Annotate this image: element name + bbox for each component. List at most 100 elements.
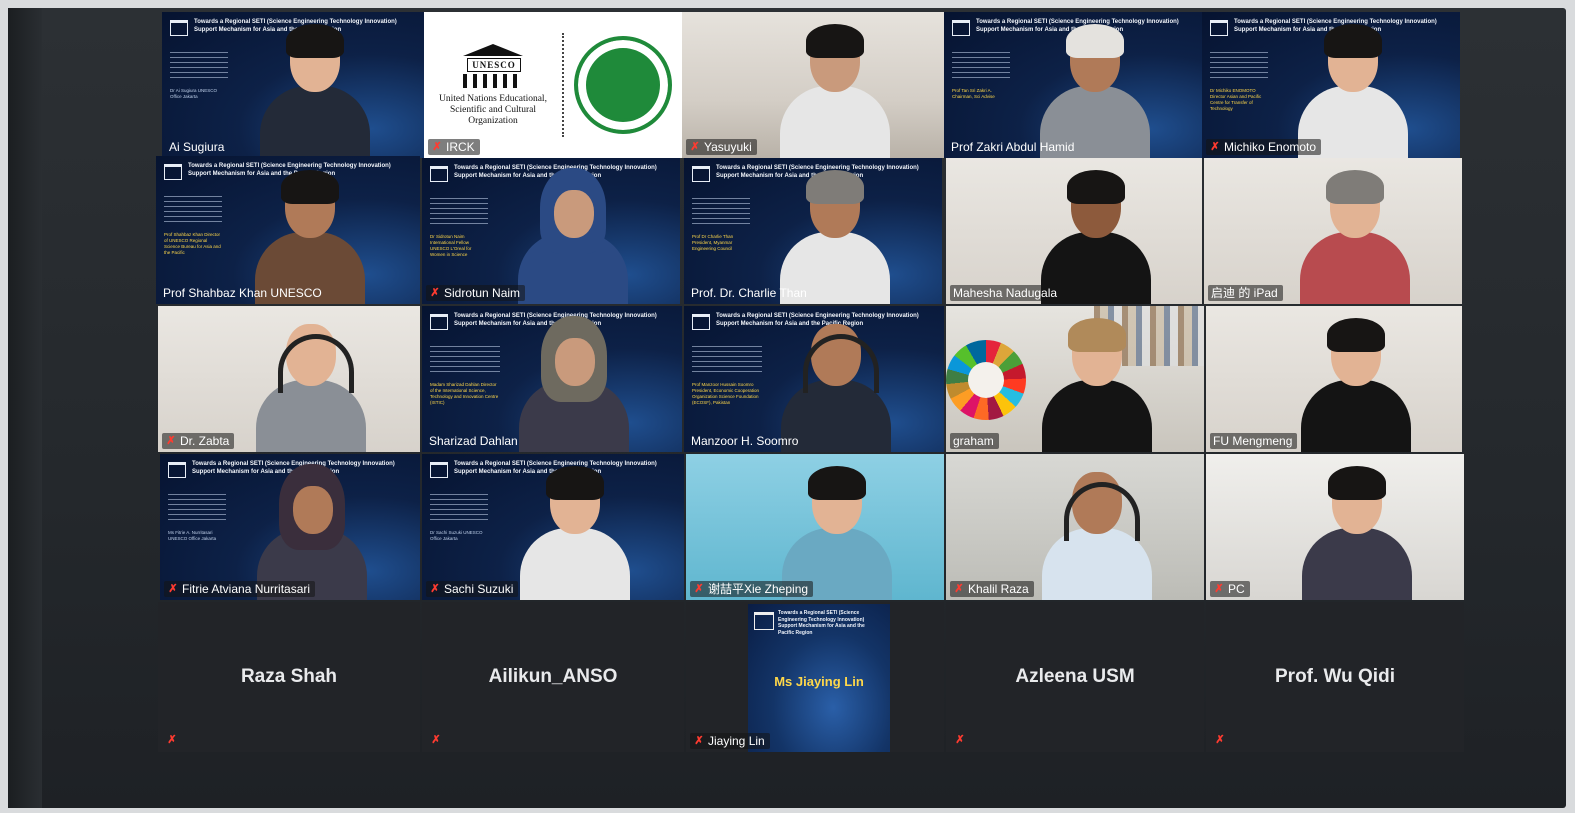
speaker-caption: Dr Ai Sugiura UNESCO Office Jakarta	[170, 88, 218, 99]
video-tile-azleena-usm[interactable]: Azleena USM ✗	[946, 602, 1204, 752]
unesco-logo-icon	[168, 462, 186, 478]
unesco-logo-icon	[754, 612, 774, 630]
muted-mic-icon: ✗	[168, 583, 178, 595]
participant-video	[1300, 170, 1410, 304]
video-tile-pc[interactable]: ✗ PC	[1206, 454, 1464, 600]
video-tile-xie-zheping[interactable]: ✗ 谢喆平Xie Zheping	[686, 454, 944, 600]
muted-mic-icon: ✗	[432, 141, 442, 153]
participant-video	[520, 466, 630, 600]
speaker-caption: Dr Sachi Suzuki UNESCO Office Jakarta	[430, 530, 483, 541]
participant-video	[518, 168, 628, 304]
video-tile-irck[interactable]: UNESCO United Nations Educational, Scien…	[424, 12, 682, 158]
video-tile-wu-qidi[interactable]: Prof. Wu Qidi ✗	[1206, 602, 1464, 752]
unesco-logo-icon	[430, 166, 448, 182]
muted-mic-icon: ✗	[955, 734, 965, 746]
participant-video	[1042, 318, 1152, 452]
video-tile-jiaying-lin[interactable]: Towards a Regional SETI (Science Enginee…	[686, 602, 944, 752]
participant-video	[1042, 472, 1152, 600]
unesco-logo-icon	[430, 314, 448, 330]
participant-name-label: ✗ PC	[1210, 581, 1250, 597]
unesco-logo-icon	[1210, 20, 1228, 36]
video-tile-manzoor-soomro[interactable]: Towards a Regional SETI (Science Enginee…	[684, 306, 944, 452]
muted-mic-icon: ✗	[1215, 734, 1225, 746]
speaker-caption: Dr Sidrotun Naim International Fellow UN…	[430, 234, 472, 257]
participant-name-label: ✗ Fitrie Atviana Nurritasari	[164, 581, 316, 597]
video-tile-dr-zabta[interactable]: ✗ Dr. Zabta	[158, 306, 420, 452]
speaker-caption: Prof Shahbaz Khan Director of UNESCO Reg…	[164, 232, 221, 255]
monitor-bezel	[8, 8, 42, 808]
video-tile-charlie-than[interactable]: Towards a Regional SETI (Science Enginee…	[684, 158, 942, 304]
participant-video	[780, 24, 890, 158]
muted-mic-icon: ✗	[166, 435, 176, 447]
participant-name-label: ✗ Michiko Enomoto	[1206, 139, 1322, 155]
video-tile-qidi-ipad[interactable]: 启迪 的 iPad	[1204, 158, 1462, 304]
speaker-caption: Dr Michiko ENOMOTO Director Asian and Pa…	[1210, 88, 1262, 111]
participant-display-name: Raza Shah	[240, 666, 338, 687]
participant-name-label: Ai Sugiura	[169, 140, 225, 154]
participant-name-label: 启迪 的 iPad	[1208, 285, 1283, 301]
unesco-logo-icon	[164, 164, 182, 180]
video-tile-yasuyuki[interactable]: ✗ Yasuyuki	[682, 12, 944, 158]
video-tile-raza-shah[interactable]: Raza Shah ✗	[158, 602, 420, 752]
unesco-logo-icon	[430, 462, 448, 478]
unesco-logo-icon	[692, 314, 710, 330]
muted-mic-icon: ✗	[431, 734, 441, 746]
participant-name-label: Sharizad Dahlan	[429, 434, 518, 448]
muted-mic-icon: ✗	[690, 141, 700, 153]
speaker-caption: Prof Dr Charlie Than President, Myanmar …	[692, 234, 734, 251]
video-tile-fitrie[interactable]: Towards a Regional SETI (Science Enginee…	[160, 454, 420, 600]
participant-display-name: Prof. Wu Qidi	[1275, 666, 1395, 687]
participant-display-name: Ailikun_ANSO	[488, 666, 618, 687]
participant-name-label: ✗ Khalil Raza	[950, 581, 1034, 597]
muted-mic-icon: ✗	[1214, 583, 1224, 595]
muted-mic-icon: ✗	[430, 287, 440, 299]
participant-video	[1301, 318, 1411, 452]
participant-name-label: ✗ Yasuyuki	[686, 139, 757, 155]
speaker-caption: Prof Manzoor Hussain Soomro President, E…	[692, 382, 760, 405]
muted-mic-icon: ✗	[167, 734, 177, 746]
video-tile-zakri[interactable]: Towards a Regional SETI (Science Enginee…	[944, 12, 1202, 158]
participant-name-label: FU Mengmeng	[1210, 433, 1298, 449]
video-tile-sharizad-dahlan[interactable]: Towards a Regional SETI (Science Enginee…	[422, 306, 682, 452]
video-tile-michiko-enomoto[interactable]: Towards a Regional SETI (Science Enginee…	[1202, 12, 1460, 158]
speaker-caption: Ms Fitrie A. Nurritasari UNESCO Office J…	[168, 530, 217, 541]
video-tile-ailikun-anso[interactable]: Ailikun_ANSO ✗	[422, 602, 684, 752]
participant-name-label: Prof Shahbaz Khan UNESCO	[163, 286, 322, 300]
participant-name-label: Manzoor H. Soomro	[691, 434, 799, 448]
screen: Towards a Regional SETI (Science Enginee…	[8, 8, 1566, 808]
video-tile-graham[interactable]: graham	[946, 306, 1204, 452]
unesco-logo-icon	[692, 166, 710, 182]
participant-video	[1302, 466, 1412, 600]
participant-name-label: ✗ Dr. Zabta	[162, 433, 235, 449]
irck-seal-logo	[574, 36, 672, 134]
participant-name-label: ✗ Sidrotun Naim	[426, 285, 526, 301]
participant-name-label: ✗ IRCK	[428, 139, 480, 155]
participant-name-label: Prof. Dr. Charlie Than	[691, 286, 807, 300]
muted-mic-icon: ✗	[1210, 141, 1220, 153]
muted-mic-icon: ✗	[694, 583, 704, 595]
video-tile-sidrotun-naim[interactable]: Towards a Regional SETI (Science Enginee…	[422, 158, 680, 304]
divider	[562, 33, 564, 137]
video-tile-fu-mengmeng[interactable]: FU Mengmeng	[1206, 306, 1462, 452]
muted-mic-icon: ✗	[694, 735, 704, 747]
speaker-caption: Madam Sharizad Dahlan Director of the In…	[430, 382, 499, 405]
participant-name-label: ✗ Sachi Suzuki	[426, 581, 519, 597]
participant-name-label: ✗ 谢喆平Xie Zheping	[690, 581, 814, 597]
unesco-logo-icon	[952, 20, 970, 36]
muted-mic-icon: ✗	[430, 583, 440, 595]
participant-display-name: Azleena USM	[1015, 666, 1135, 687]
participant-name-label: Mahesha Nadugala	[950, 285, 1063, 301]
video-tile-mahesha-nadugala[interactable]: Mahesha Nadugala	[946, 158, 1202, 304]
unesco-temple-icon: UNESCO	[463, 43, 523, 90]
participant-name-label: Prof Zakri Abdul Hamid	[951, 140, 1075, 154]
muted-mic-icon: ✗	[954, 583, 964, 595]
participant-video	[519, 316, 629, 452]
video-tile-khalil-raza[interactable]: ✗ Khalil Raza	[946, 454, 1204, 600]
speaker-caption: Prof Tan Sri Zakri A. Chairman, Sci Advi…	[952, 88, 995, 99]
participant-name-label: graham	[950, 433, 999, 449]
video-tile-sachi-suzuki[interactable]: Towards a Regional SETI (Science Enginee…	[422, 454, 684, 600]
poster-virtual-background: Towards a Regional SETI (Science Enginee…	[748, 604, 890, 752]
video-tile-shahbaz-khan[interactable]: Towards a Regional SETI (Science Enginee…	[156, 156, 420, 304]
video-tile-ai-sugiura[interactable]: Towards a Regional SETI (Science Enginee…	[162, 12, 424, 158]
participant-video	[260, 24, 370, 158]
